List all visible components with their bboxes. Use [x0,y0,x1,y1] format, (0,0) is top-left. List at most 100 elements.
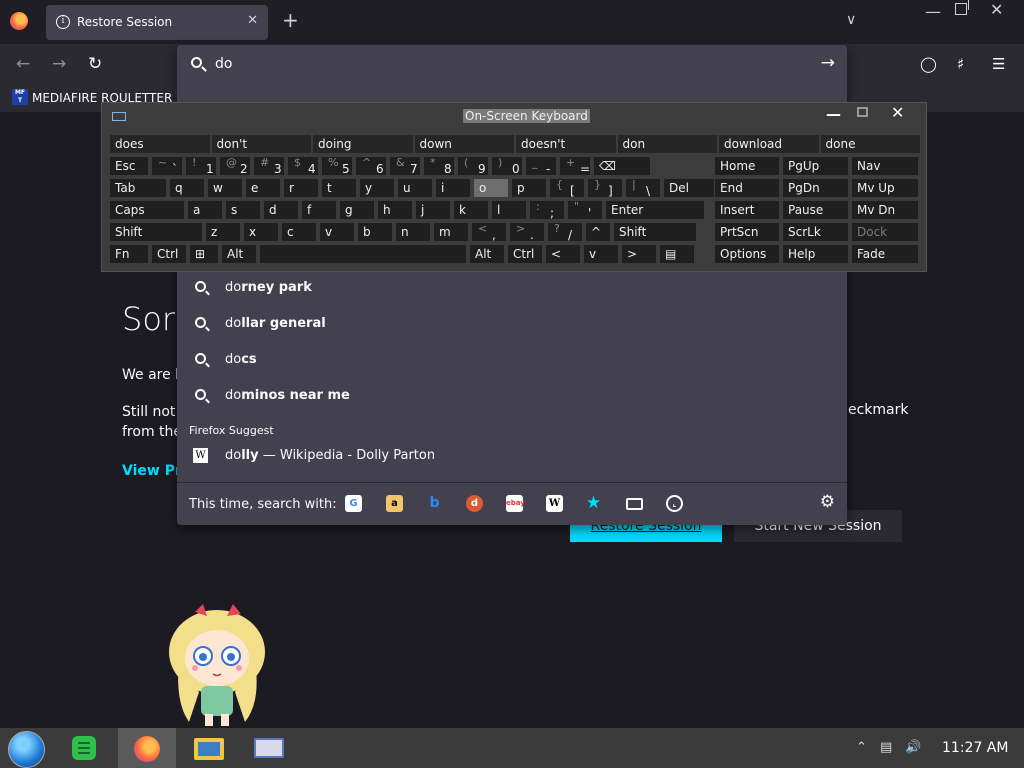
urlbar-input-row[interactable]: do → [177,45,847,85]
key-char[interactable]: a [187,200,223,220]
key-v[interactable]: v [583,244,619,264]
key-char[interactable]: " ' [567,200,603,220]
firefox-taskbar-icon[interactable] [118,728,176,768]
prediction-does[interactable]: does [109,134,211,154]
key-options[interactable]: Options [714,244,780,264]
key-char[interactable]: | \ [625,178,661,198]
network-icon[interactable]: ▤ [880,740,892,755]
key-char[interactable]: b [357,222,393,242]
key-char[interactable]: e [245,178,281,198]
key-char[interactable]: c [281,222,317,242]
key-char[interactable]: i [435,178,471,198]
key-char[interactable]: l [491,200,527,220]
key-char[interactable]: t [321,178,357,198]
key-char[interactable]: x [243,222,279,242]
key-prtscn[interactable]: PrtScn [714,222,780,242]
urlbar-input[interactable]: do [215,56,232,72]
key-char[interactable]: }] [587,178,623,198]
key-pgup[interactable]: PgUp [782,156,849,176]
key-char[interactable]: z [205,222,241,242]
osk-close-button[interactable]: ✕ [891,103,904,122]
key-char[interactable]: n [395,222,431,242]
key-char[interactable]: k [453,200,489,220]
key-char[interactable]: ^ [585,222,611,242]
key-char[interactable]: :; [529,200,565,220]
tab-close-icon[interactable]: ✕ [247,13,258,28]
key-num[interactable]: % 5 [321,156,353,176]
key-fade[interactable]: Fade [851,244,919,264]
window-restore-button[interactable] [955,0,969,15]
key-scrlk[interactable]: ScrLk [782,222,849,242]
key-char[interactable]: j [415,200,451,220]
key-num[interactable]: #3 [253,156,285,176]
key-num[interactable]: (9 [457,156,489,176]
bookmarks-star-icon[interactable]: ★ [585,495,602,512]
key-alt[interactable]: Alt [221,244,257,264]
ebay-icon[interactable]: ebay [506,495,525,512]
wikipedia-icon[interactable]: W [546,495,563,512]
volume-icon[interactable]: 🔊 [905,740,921,755]
key-pgdn[interactable]: PgDn [782,178,849,198]
key-char[interactable]: r [283,178,319,198]
key-mv-dn[interactable]: Mv Dn [851,200,919,220]
key-char[interactable]: {[ [549,178,585,198]
osk-maximize-button[interactable] [857,107,868,117]
key-shift[interactable]: Shift [109,222,203,242]
key-nav[interactable]: Nav [851,156,919,176]
google-icon[interactable]: G [345,495,362,512]
extensions-icon[interactable]: ♯ [957,55,964,73]
key-tab[interactable]: Tab [109,178,167,198]
key-char[interactable]: <, [471,222,507,242]
prediction-download[interactable]: download [718,134,820,154]
taskbar-clock[interactable]: 11:27 AM [942,740,1008,756]
key-char[interactable]: >. [509,222,545,242]
osk-titlebar[interactable]: On-Screen Keyboard — ✕ [102,103,928,130]
osk-minimize-button[interactable]: — [826,105,841,123]
key-caps[interactable]: Caps [109,200,185,220]
key-char[interactable]: q [169,178,205,198]
key-char[interactable]: ? / [547,222,583,242]
key-enter[interactable]: Enter [605,200,705,220]
key-end[interactable]: End [714,178,780,198]
key-char[interactable]: g [339,200,375,220]
key-shift[interactable]: Shift [613,222,697,242]
wikipedia-suggestion[interactable]: dolly — Wikipedia - Dolly Parton [225,448,435,463]
key-char[interactable]: v [319,222,355,242]
key-mv-up[interactable]: Mv Up [851,178,919,198]
key-char[interactable]: p [511,178,547,198]
on-screen-keyboard-taskbar-icon[interactable] [240,728,298,768]
amazon-icon[interactable]: a [386,495,403,512]
key-home[interactable]: Home [714,156,780,176]
key-num[interactable]: ~ ` [151,156,183,176]
key-esc[interactable]: Esc [109,156,149,176]
suggestion-item[interactable]: docs [177,342,847,378]
prediction-doing[interactable]: doing [312,134,414,154]
show-hidden-icons-chevron-icon[interactable]: ⌃ [856,740,867,755]
duckduckgo-icon[interactable]: d [466,495,483,512]
start-orb-button[interactable] [8,731,45,768]
key-fn[interactable]: Fn [109,244,149,264]
key-num[interactable]: _ - [525,156,557,176]
key-num[interactable]: $4 [287,156,319,176]
key-num[interactable]: @2 [219,156,251,176]
key-pause[interactable]: Pause [782,200,849,220]
new-tab-button[interactable]: + [282,10,299,30]
key-num[interactable]: ! 1 [185,156,217,176]
bing-icon[interactable]: b [426,495,443,512]
key-num[interactable]: & 7 [389,156,421,176]
suggestion-item[interactable]: dorney park [177,270,847,306]
key-ctrl[interactable]: Ctrl [507,244,543,264]
key->[interactable]: > [621,244,657,264]
key-space[interactable] [259,244,467,264]
key-num[interactable]: * 8 [423,156,455,176]
prediction-done[interactable]: done [819,134,921,154]
forward-arrow-icon[interactable]: → [52,54,66,74]
search-settings-gear-icon[interactable]: ⚙ [820,492,835,512]
key-insert[interactable]: Insert [714,200,780,220]
key-num[interactable]: ^ 6 [355,156,387,176]
key-char[interactable]: h [377,200,413,220]
key-num[interactable]: ) 0 [491,156,523,176]
key-char[interactable]: u [397,178,433,198]
key-num[interactable]: + = [559,156,591,176]
key-char[interactable]: y [359,178,395,198]
